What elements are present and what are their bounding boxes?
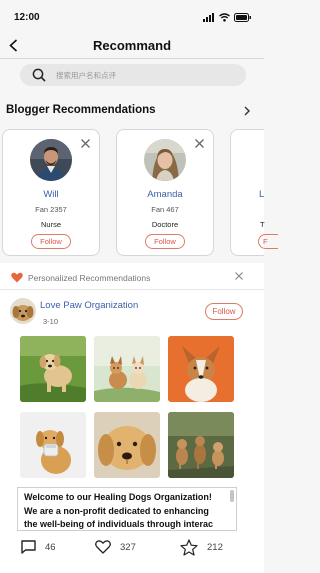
nav-bar: Recommand bbox=[0, 36, 264, 58]
star-outline-icon bbox=[180, 538, 198, 556]
blogger-card[interactable]: Will Fan 2357 Nurse Follow bbox=[2, 129, 100, 256]
close-icon[interactable] bbox=[194, 138, 205, 149]
star-count: 212 bbox=[207, 541, 223, 553]
blogger-name[interactable]: L bbox=[259, 189, 264, 200]
post-photo[interactable] bbox=[168, 412, 234, 478]
blogger-role: Doctore bbox=[151, 220, 179, 229]
blogger-more-button[interactable] bbox=[242, 104, 252, 118]
post-text-line: Welcome to our Healing Dogs Organization… bbox=[24, 492, 212, 502]
comment-button[interactable]: 46 bbox=[21, 539, 56, 555]
blogger-card[interactable]: Amanda Fan 467 Doctore Follow bbox=[116, 129, 214, 256]
blogger-role: T bbox=[260, 220, 265, 229]
like-button[interactable]: 327 bbox=[95, 539, 136, 555]
follow-button[interactable]: Follow bbox=[145, 234, 185, 249]
blogger-name[interactable]: Will bbox=[3, 189, 99, 200]
post-photo[interactable] bbox=[94, 336, 160, 402]
heart-icon bbox=[11, 272, 23, 283]
close-icon[interactable] bbox=[80, 138, 91, 149]
post-author[interactable]: Love Paw Organization bbox=[40, 300, 138, 311]
close-icon[interactable] bbox=[234, 271, 244, 281]
comment-count: 46 bbox=[45, 541, 56, 553]
search-icon bbox=[32, 68, 46, 82]
chevron-right-icon bbox=[244, 106, 250, 116]
blogger-name[interactable]: Amanda bbox=[117, 189, 213, 200]
post-text-line: the well-being of individuals through in… bbox=[24, 519, 214, 529]
heart-outline-icon bbox=[95, 540, 111, 554]
avatar[interactable] bbox=[30, 139, 72, 181]
post-photo[interactable] bbox=[20, 336, 86, 402]
battery-icon bbox=[234, 12, 251, 22]
avatar[interactable] bbox=[144, 139, 186, 181]
blogger-role: Nurse bbox=[40, 220, 61, 229]
divider bbox=[0, 289, 264, 290]
feed-section-label: Personalized Recommendations bbox=[28, 273, 151, 283]
avatar[interactable] bbox=[10, 298, 36, 324]
like-count: 327 bbox=[120, 541, 136, 553]
follow-button[interactable]: Follow bbox=[205, 303, 243, 320]
star-button[interactable]: 212 bbox=[180, 538, 223, 556]
follow-button[interactable]: Follow bbox=[31, 234, 71, 249]
follow-button[interactable]: F bbox=[258, 234, 278, 249]
post-text[interactable]: Welcome to our Healing Dogs Organization… bbox=[17, 487, 237, 531]
blogger-fans: Fan 2357 bbox=[35, 205, 67, 214]
feed-card: Personalized Recommendations Love Paw Or… bbox=[0, 263, 264, 573]
post-photo[interactable] bbox=[20, 412, 86, 478]
blogger-card[interactable]: L T F bbox=[230, 129, 278, 256]
page-title: Recommand bbox=[92, 38, 172, 53]
wifi-icon bbox=[219, 12, 230, 22]
post-photo[interactable] bbox=[94, 412, 160, 478]
post-text-line: We are a non-profit dedicated to enhanci… bbox=[24, 505, 209, 516]
post-photo[interactable] bbox=[168, 336, 234, 402]
blogger-fans: Fan 467 bbox=[151, 205, 179, 214]
blogger-section-title: Blogger Recommendations bbox=[6, 104, 156, 116]
search-input[interactable] bbox=[56, 70, 226, 80]
search-bar[interactable] bbox=[20, 64, 246, 86]
scrollbar[interactable] bbox=[230, 490, 234, 502]
comment-icon bbox=[21, 540, 36, 554]
status-bar: 12:00 bbox=[0, 0, 264, 36]
status-time: 12:00 bbox=[14, 12, 40, 23]
status-icons bbox=[203, 12, 252, 22]
signal-icon bbox=[203, 12, 214, 22]
post-date: 3-10 bbox=[43, 317, 59, 326]
nav-divider bbox=[0, 58, 264, 59]
